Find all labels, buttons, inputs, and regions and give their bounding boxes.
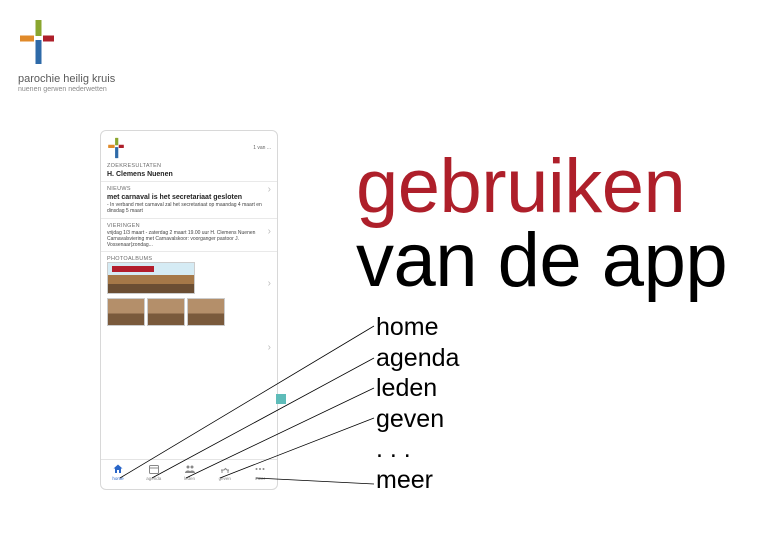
- phone-mockup: 1 van ... zoekresultaten H. Clemens Nuen…: [100, 130, 278, 490]
- chevron-right-icon: ›: [268, 227, 271, 237]
- phone-section-search: zoekresultaten: [107, 163, 273, 169]
- phone-screen: 1 van ... zoekresultaten H. Clemens Nuen…: [101, 131, 277, 459]
- home-icon: [111, 463, 125, 475]
- divider: [101, 251, 277, 252]
- phone-photo-thumbnail[interactable]: [107, 262, 195, 294]
- phone-photo-thumbnail[interactable]: [107, 298, 145, 326]
- tab-label: meer: [255, 476, 265, 481]
- feature-item-home: home: [376, 312, 459, 343]
- feature-item-geven: geven: [376, 404, 459, 435]
- headline-line2: van de app: [356, 218, 727, 303]
- headline-line1: gebruiken: [356, 144, 685, 229]
- feature-list: home agenda leden geven . . . meer: [376, 312, 459, 495]
- brand-cross-icon: [18, 18, 56, 66]
- feature-item-dots: . . .: [376, 434, 459, 465]
- phone-brand-cross-icon: [107, 137, 125, 159]
- phone-section-services: vieringen: [107, 223, 273, 229]
- chevron-right-icon: ›: [268, 185, 271, 195]
- chevron-right-icon: ›: [268, 343, 271, 353]
- tab-home[interactable]: home: [111, 463, 125, 487]
- divider: [101, 218, 277, 219]
- slide-headline: gebruiken van de app: [356, 150, 727, 299]
- tab-meer[interactable]: meer: [253, 463, 267, 487]
- feature-item-agenda: agenda: [376, 343, 459, 374]
- tab-geven[interactable]: geven: [218, 463, 232, 487]
- phone-photo-thumbnail[interactable]: [187, 298, 225, 326]
- feature-item-leden: leden: [376, 373, 459, 404]
- calendar-icon: [147, 463, 161, 475]
- accent-square: [276, 394, 286, 404]
- chevron-right-icon: ›: [268, 279, 271, 289]
- tab-label: agenda: [146, 476, 161, 481]
- tab-label: home: [112, 476, 123, 481]
- dots-more-icon: [253, 463, 267, 475]
- feature-item-meer: meer: [376, 465, 459, 496]
- brand-header: parochie heilig kruis nuenen gerwen nede…: [18, 18, 115, 93]
- phone-news-title[interactable]: met carnaval is het secretariaat geslote…: [107, 194, 273, 201]
- phone-photo-thumbnail[interactable]: [147, 298, 185, 326]
- phone-thumb-row: [107, 298, 273, 326]
- hand-give-icon: [218, 463, 232, 475]
- tab-agenda[interactable]: agenda: [146, 463, 161, 487]
- phone-services-body[interactable]: vrijdag 1/3 maart - zaterdag 2 maart 19.…: [107, 230, 273, 249]
- people-icon: [183, 463, 197, 475]
- phone-item-church-title[interactable]: H. Clemens Nuenen: [107, 171, 273, 178]
- phone-news-body: - In verband met carnaval zal het secret…: [107, 202, 273, 215]
- phone-section-news: nieuws: [107, 186, 273, 192]
- tab-leden[interactable]: leden: [183, 463, 197, 487]
- divider: [101, 181, 277, 182]
- tab-label: leden: [184, 476, 195, 481]
- phone-bottom-bar: home agenda leden geven meer: [101, 459, 277, 489]
- brand-title: parochie heilig kruis: [18, 72, 115, 86]
- phone-count-label: 1 van ...: [253, 145, 271, 151]
- brand-subtitle: nuenen gerwen nederwetten: [18, 86, 115, 93]
- tab-label: geven: [219, 476, 231, 481]
